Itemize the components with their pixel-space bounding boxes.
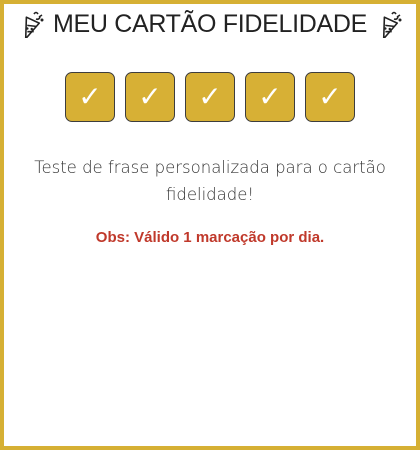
stamp-slot-2[interactable]: ✓ [125,72,175,122]
stamp-row: ✓ ✓ ✓ ✓ ✓ [4,72,416,122]
card-header: MEU CARTÃO FIDELIDADE [8,6,412,42]
custom-message: Teste de frase personalizada para o cart… [34,158,386,204]
party-popper-icon [17,10,45,40]
checkmark-icon: ✓ [78,80,102,113]
stamp-slot-4[interactable]: ✓ [245,72,295,122]
stamp-slot-5[interactable]: ✓ [305,72,355,122]
checkmark-icon: ✓ [318,80,342,113]
stamp-slot-3[interactable]: ✓ [185,72,235,122]
checkmark-icon: ✓ [258,80,282,113]
page-title: MEU CARTÃO FIDELIDADE [52,9,368,38]
stamp-slot-1[interactable]: ✓ [65,72,115,122]
loyalty-card: MEU CARTÃO FIDELIDADE ✓ ✓ ✓ ✓ ✓ Teste de… [0,0,420,450]
party-popper-icon [375,10,403,40]
checkmark-icon: ✓ [198,80,222,113]
obs-note: Obs: Válido 1 marcação por dia. [95,229,325,246]
checkmark-icon: ✓ [138,80,162,113]
